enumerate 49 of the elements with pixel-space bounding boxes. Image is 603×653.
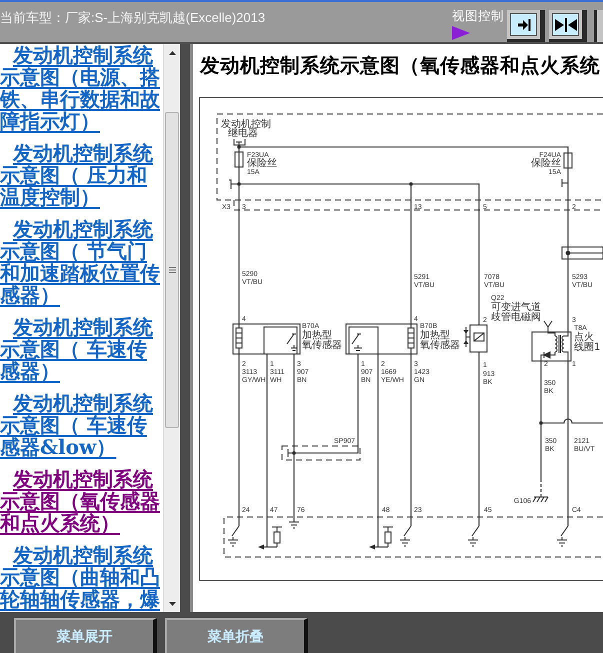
sensor-switch-icon bbox=[264, 326, 298, 354]
left-arrow-icon bbox=[369, 544, 388, 550]
arrows-to-center-icon bbox=[554, 18, 576, 32]
sidebar-link[interactable]: 发动机控制系统示意图（ 车速传感器） bbox=[0, 316, 163, 382]
down-arrow-icon bbox=[168, 602, 176, 606]
sensor-outline bbox=[232, 324, 300, 354]
sidebar-link[interactable]: 发动机控制系统示意图（ 车速传感器&low） bbox=[0, 392, 163, 458]
grip-icon bbox=[168, 267, 176, 273]
up-arrow-icon bbox=[168, 50, 176, 54]
contact-mark-icon bbox=[228, 180, 232, 190]
vehicle-model-text: 当前车型：厂家:S-上海别克凯越(Excelle)2013 bbox=[0, 10, 266, 25]
sensor-switch-icon bbox=[348, 326, 378, 354]
resistor-icon bbox=[382, 526, 394, 548]
expand-menu-button[interactable]: 菜单展开 bbox=[14, 618, 157, 653]
sidebar-link[interactable]: 发动机控制系统示意图（ 压力和温度控制） bbox=[0, 142, 163, 208]
junction-dot-icon bbox=[292, 451, 296, 455]
fuse-icon bbox=[564, 152, 572, 168]
left-arrow-icon bbox=[258, 544, 277, 550]
fuse-icon bbox=[234, 152, 244, 168]
splice-mark-icon bbox=[288, 448, 294, 458]
view-control-label: 视图控制 bbox=[452, 9, 504, 24]
solenoid-valve-icon bbox=[470, 324, 488, 352]
wire bbox=[540, 484, 542, 495]
switch-ground-icon bbox=[400, 526, 412, 546]
sensor-outline bbox=[346, 324, 418, 354]
scrollbar-thumb[interactable] bbox=[165, 112, 179, 428]
ground-icon bbox=[288, 522, 300, 528]
junction-dot-icon bbox=[237, 182, 241, 186]
chassis-ground-icon bbox=[532, 494, 548, 502]
switch-ground-icon bbox=[556, 526, 568, 546]
relay-label: 发动机控制 继电器 bbox=[221, 119, 271, 139]
switch-ground-icon bbox=[228, 526, 240, 546]
arrow-to-bar-icon bbox=[516, 18, 530, 32]
junction-dot-icon bbox=[539, 421, 543, 425]
double-arrow-icon bbox=[464, 326, 470, 348]
junction-dot-icon bbox=[237, 145, 241, 149]
split-view-button[interactable] bbox=[549, 10, 587, 42]
connector-pins-icon bbox=[408, 328, 414, 348]
connector-pins-icon bbox=[236, 328, 242, 348]
ignition-coil-icon bbox=[532, 320, 572, 362]
relay-contact-icon bbox=[234, 138, 246, 146]
connector-block-icon bbox=[562, 246, 603, 260]
dock-right-button[interactable] bbox=[507, 10, 545, 42]
page-title: 发动机控制系统示意图（氧传感器和点火系统 bbox=[198, 54, 601, 78]
junction-dot-icon bbox=[409, 182, 413, 186]
contact-mark-icon bbox=[562, 178, 568, 188]
switch-ground-icon bbox=[468, 526, 480, 546]
resistor-icon bbox=[272, 526, 282, 548]
collapse-menu-button[interactable]: 菜单折叠 bbox=[165, 618, 308, 653]
